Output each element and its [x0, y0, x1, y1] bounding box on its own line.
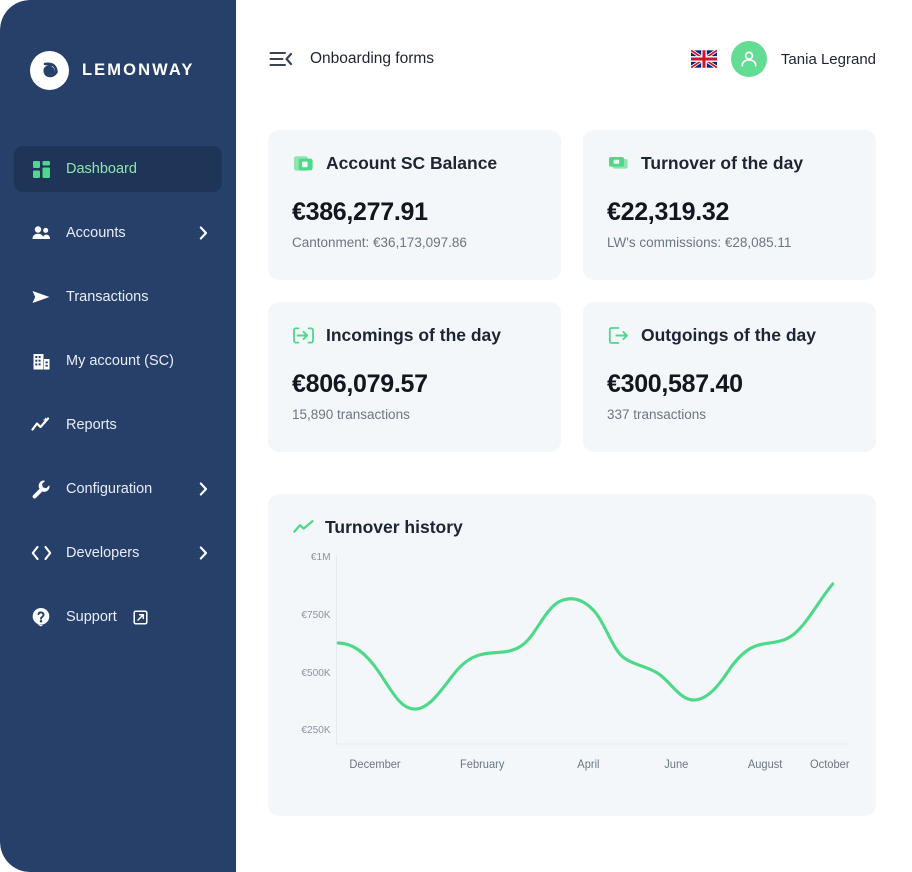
brand-name: LEMONWAY — [82, 61, 194, 80]
turnover-line-chart: €1M €750K €500K €250K December February … — [292, 548, 852, 796]
chevron-right-icon — [199, 226, 208, 240]
user-avatar-icon[interactable] — [731, 41, 767, 77]
card-title: Account SC Balance — [326, 153, 497, 174]
chart-title: Turnover history — [325, 517, 463, 538]
x-tick-label: August — [748, 759, 783, 771]
sidebar-item-label: Configuration — [66, 481, 152, 497]
sidebar-nav: Dashboard Accounts — [0, 146, 236, 640]
page-title: Onboarding forms — [310, 50, 434, 68]
sidebar-item-developers[interactable]: Developers — [14, 530, 222, 576]
sidebar-item-accounts[interactable]: Accounts — [14, 210, 222, 256]
card-account-sc-balance[interactable]: Account SC Balance €386,277.91 Cantonmen… — [268, 130, 561, 280]
arrow-into-box-icon — [292, 324, 314, 346]
card-title: Incomings of the day — [326, 325, 501, 346]
sidebar-item-label: My account (SC) — [66, 353, 174, 369]
question-circle-icon — [30, 606, 52, 628]
sidebar: LEMONWAY Dashboard — [0, 0, 236, 872]
brand[interactable]: LEMONWAY — [0, 42, 236, 98]
analytics-line-icon — [30, 414, 52, 436]
wallet-icon — [292, 152, 314, 174]
turnover-history-card: Turnover history €1M €750K €500K €250K — [268, 494, 876, 816]
card-header: Account SC Balance — [292, 152, 537, 174]
people-icon — [30, 222, 52, 244]
sidebar-item-configuration[interactable]: Configuration — [14, 466, 222, 512]
card-title: Turnover of the day — [641, 153, 803, 174]
topbar: Onboarding forms — [236, 0, 912, 118]
x-tick-label: December — [349, 759, 400, 771]
y-tick-label: €1M — [311, 552, 331, 563]
building-icon — [30, 350, 52, 372]
card-value: €22,319.32 — [607, 198, 852, 227]
card-subtitle: LW's commissions: €28,085.11 — [607, 235, 852, 250]
collapse-sidebar-icon[interactable] — [268, 46, 294, 72]
code-brackets-icon — [30, 542, 52, 564]
card-value: €300,587.40 — [607, 370, 852, 399]
card-turnover-of-the-day[interactable]: Turnover of the day €22,319.32 LW's comm… — [583, 130, 876, 280]
chart-plot[interactable]: €1M €750K €500K €250K December February … — [292, 548, 852, 796]
wrench-icon — [30, 478, 52, 500]
sidebar-item-label: Dashboard — [66, 161, 137, 177]
user-name[interactable]: Tania Legrand — [781, 51, 876, 68]
chevron-right-icon — [199, 482, 208, 496]
paper-plane-icon — [30, 286, 52, 308]
external-link-icon[interactable] — [133, 610, 148, 625]
main-area: Onboarding forms — [236, 0, 912, 872]
x-tick-label: June — [664, 759, 688, 771]
y-tick-label: €500K — [301, 668, 330, 679]
y-tick-label: €750K — [301, 610, 330, 621]
card-header: Turnover of the day — [607, 152, 852, 174]
sidebar-item-label: Developers — [66, 545, 139, 561]
sidebar-item-reports[interactable]: Reports — [14, 402, 222, 448]
sidebar-item-my-account[interactable]: My account (SC) — [14, 338, 222, 384]
banknotes-icon — [607, 152, 629, 174]
chevron-right-icon — [199, 546, 208, 560]
sidebar-item-label: Support — [66, 609, 117, 625]
card-subtitle: Cantonment: €36,173,097.86 — [292, 235, 537, 250]
x-tick-label: April — [577, 759, 599, 771]
lemonway-drop-logo-icon — [30, 51, 69, 90]
card-header: Outgoings of the day — [607, 324, 852, 346]
card-title: Outgoings of the day — [641, 325, 816, 346]
card-value: €806,079.57 — [292, 370, 537, 399]
x-tick-label: February — [460, 759, 505, 771]
card-subtitle: 337 transactions — [607, 407, 852, 422]
trending-up-icon — [292, 516, 314, 538]
y-tick-label: €250K — [301, 725, 330, 736]
card-header: Incomings of the day — [292, 324, 537, 346]
sidebar-item-label: Accounts — [66, 225, 126, 241]
sidebar-item-dashboard[interactable]: Dashboard — [14, 146, 222, 192]
grid-squares-icon — [30, 158, 52, 180]
card-incomings-of-the-day[interactable]: Incomings of the day €806,079.57 15,890 … — [268, 302, 561, 452]
card-subtitle: 15,890 transactions — [292, 407, 537, 422]
card-outgoings-of-the-day[interactable]: Outgoings of the day €300,587.40 337 tra… — [583, 302, 876, 452]
sidebar-item-label: Reports — [66, 417, 117, 433]
sidebar-item-transactions[interactable]: Transactions — [14, 274, 222, 320]
arrow-out-of-box-icon — [607, 324, 629, 346]
stat-cards: Account SC Balance €386,277.91 Cantonmen… — [268, 130, 876, 452]
chart-header: Turnover history — [292, 516, 852, 538]
x-tick-label: October — [810, 759, 850, 771]
sidebar-item-support[interactable]: Support — [14, 594, 222, 640]
sidebar-item-label: Transactions — [66, 289, 148, 305]
turnover-line-series — [338, 584, 832, 709]
content: Account SC Balance €386,277.91 Cantonmen… — [236, 118, 912, 816]
uk-flag-icon[interactable] — [691, 50, 717, 68]
topbar-right: Tania Legrand — [691, 41, 876, 77]
card-value: €386,277.91 — [292, 198, 537, 227]
dashboard-app: LEMONWAY Dashboard — [0, 0, 912, 872]
